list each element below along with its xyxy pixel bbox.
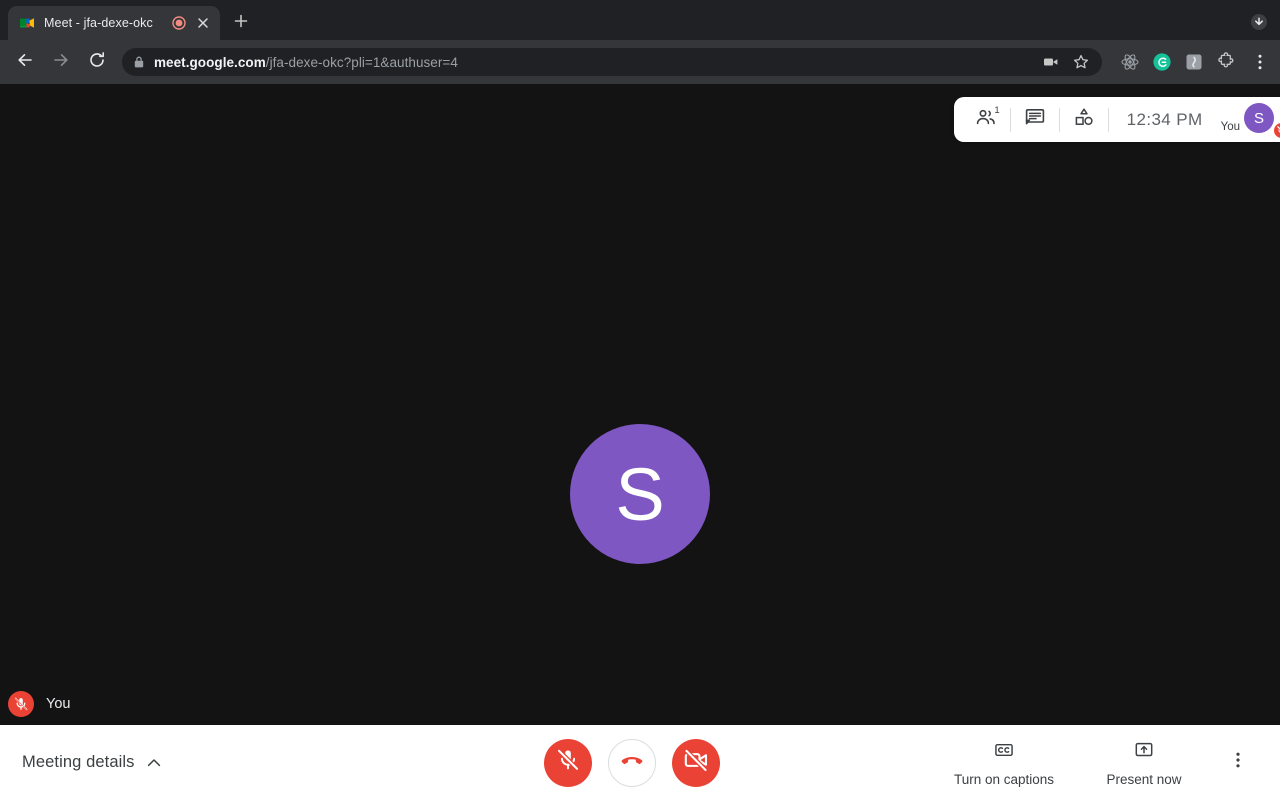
forward-arrow-icon <box>51 50 71 75</box>
google-meet-favicon <box>19 15 35 31</box>
mic-off-icon <box>555 747 581 778</box>
captions-label: Turn on captions <box>953 771 1055 787</box>
hangup-button[interactable] <box>608 738 656 787</box>
meeting-details-label: Meeting details <box>22 753 135 771</box>
three-dots-vertical-icon <box>1250 54 1270 76</box>
chat-icon <box>1024 106 1046 133</box>
browser-tab[interactable]: Meet - jfa-dexe-okc <box>8 6 220 40</box>
meet-top-panel: 1 12:34 PM You S <box>953 97 1280 142</box>
videocam-off-icon <box>683 747 709 778</box>
back-button[interactable] <box>10 47 40 77</box>
meet-video-stage: S You 1 12:34 PM You S <box>0 84 1280 725</box>
download-chevron-icon[interactable] <box>1248 11 1270 33</box>
new-tab-button[interactable] <box>227 9 255 37</box>
more-options-button[interactable] <box>1214 750 1262 775</box>
show-everyone-button[interactable]: 1 <box>962 97 1010 142</box>
puzzle-extensions-icon[interactable] <box>1216 52 1236 72</box>
mic-toggle-button[interactable] <box>544 738 592 787</box>
mic-off-icon <box>8 691 34 717</box>
lock-icon[interactable] <box>133 55 145 69</box>
meeting-details-button[interactable]: Meeting details <box>0 753 330 772</box>
url-text: meet.google.com/jfa-dexe-okc?pli=1&authu… <box>154 55 458 70</box>
url-path: /jfa-dexe-okc?pli=1&authuser=4 <box>265 54 458 70</box>
present-now-label: Present now <box>1106 771 1182 787</box>
activities-icon <box>1073 106 1095 133</box>
call-controls <box>330 738 934 787</box>
meeting-clock: 12:34 PM <box>1126 109 1203 129</box>
recording-indicator-icon[interactable] <box>172 16 186 30</box>
closed-captions-icon <box>993 739 1015 766</box>
grammarly-icon[interactable] <box>1152 52 1172 72</box>
self-name-indicator: You <box>8 691 70 717</box>
plus-icon <box>233 13 249 34</box>
captions-button[interactable]: Turn on captions <box>934 739 1074 787</box>
self-avatar-label: You <box>1220 121 1240 133</box>
address-bar[interactable]: meet.google.com/jfa-dexe-okc?pli=1&authu… <box>122 48 1102 76</box>
self-name-label: You <box>46 696 71 712</box>
participant-count-badge: 1 <box>994 105 1000 116</box>
activities-button[interactable] <box>1060 97 1108 142</box>
star-bookmark-icon[interactable] <box>1071 52 1091 72</box>
chat-button[interactable] <box>1011 97 1059 142</box>
participant-avatar: S <box>570 424 710 564</box>
omnibox-actions <box>1033 52 1091 72</box>
present-screen-icon <box>1133 739 1155 766</box>
bottom-right-controls: Turn on captions Present now <box>934 739 1280 787</box>
present-now-button[interactable]: Present now <box>1074 739 1214 787</box>
chevron-up-icon <box>145 754 163 772</box>
browser-menu-button[interactable] <box>1250 52 1270 72</box>
three-dots-vertical-icon <box>1228 750 1248 775</box>
tab-strip: Meet - jfa-dexe-okc <box>0 0 1280 40</box>
camera-in-use-icon[interactable] <box>1041 52 1061 72</box>
mic-off-icon <box>1273 122 1280 139</box>
camera-toggle-button[interactable] <box>672 738 720 787</box>
browser-toolbar: meet.google.com/jfa-dexe-okc?pli=1&authu… <box>0 40 1280 84</box>
self-avatar-group[interactable]: You S <box>1219 103 1280 139</box>
extensions-area <box>1110 52 1236 72</box>
meet-bottom-bar: Meeting details Turn on captions Present… <box>0 725 1280 800</box>
forward-button[interactable] <box>46 47 76 77</box>
extension-square-icon[interactable] <box>1184 52 1204 72</box>
browser-window: Meet - jfa-dexe-okc meet.google.com/jfa-… <box>0 0 1280 800</box>
react-devtools-icon[interactable] <box>1120 52 1140 72</box>
hangup-phone-icon <box>619 747 645 778</box>
back-arrow-icon <box>15 50 35 75</box>
reload-icon <box>87 50 107 75</box>
url-host: meet.google.com <box>154 54 266 70</box>
tab-title: Meet - jfa-dexe-okc <box>44 16 153 30</box>
avatar: S <box>1244 103 1274 133</box>
close-icon[interactable] <box>195 15 211 31</box>
reload-button[interactable] <box>82 47 112 77</box>
